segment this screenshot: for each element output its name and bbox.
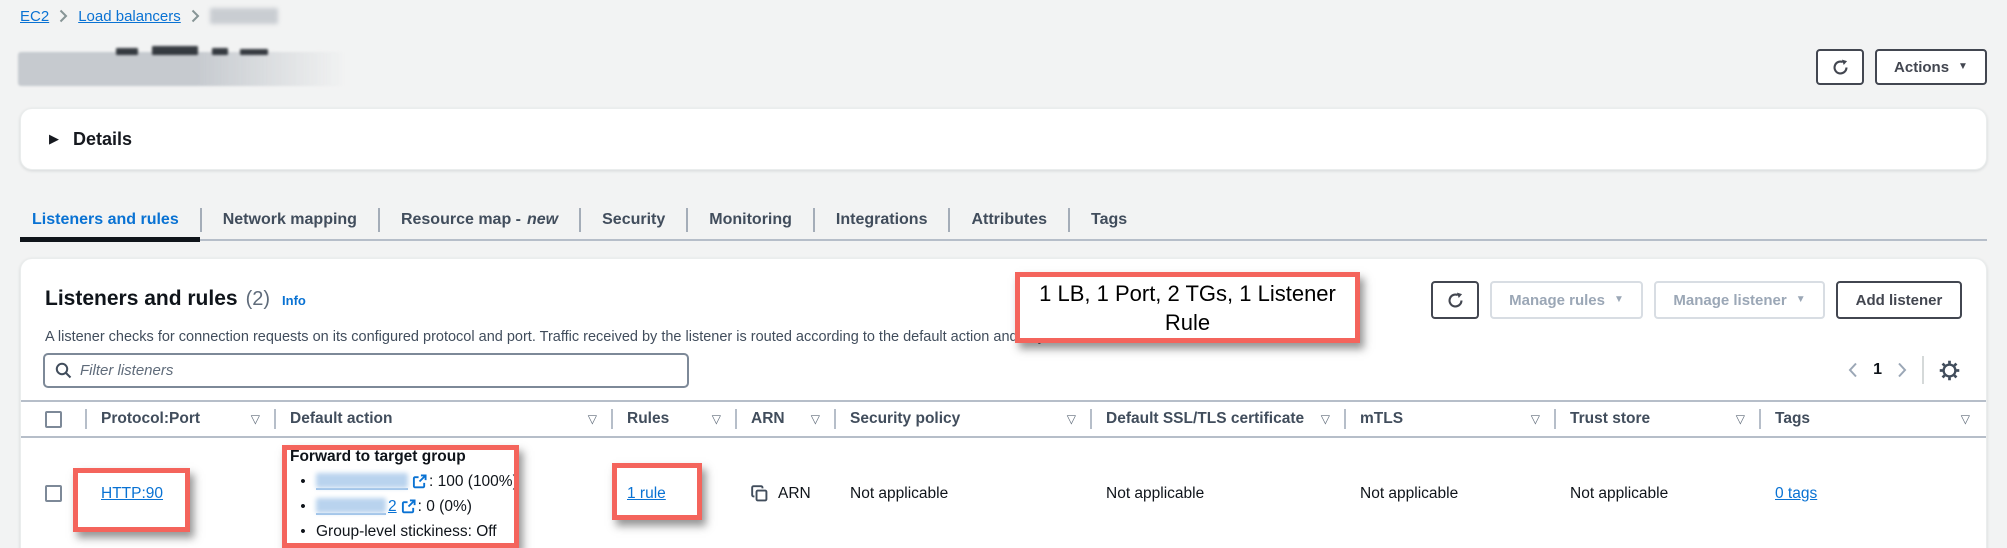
details-title: Details bbox=[73, 129, 132, 150]
pagination-divider bbox=[1922, 356, 1924, 384]
security-policy-value: Not applicable bbox=[850, 485, 948, 502]
tab-listeners-and-rules[interactable]: Listeners and rules bbox=[20, 198, 200, 241]
target-group-weight: : 100 (100%) bbox=[429, 473, 518, 491]
chevron-right-icon bbox=[59, 9, 68, 23]
previous-page-icon[interactable] bbox=[1848, 362, 1858, 378]
tab-tags[interactable]: Tags bbox=[1070, 198, 1148, 241]
ssl-certificate-value: Not applicable bbox=[1106, 485, 1204, 502]
stickiness-label: Group-level stickiness: Off bbox=[316, 523, 497, 541]
listeners-panel: Listeners and rules (2) Info Manage rule… bbox=[20, 258, 1987, 548]
sort-icon[interactable]: ▽ bbox=[1523, 412, 1540, 426]
listeners-table: Protocol:Port ▽ Default action ▽ Rules ▽ AR… bbox=[21, 400, 1986, 548]
sort-icon[interactable]: ▽ bbox=[803, 412, 820, 426]
sort-icon[interactable]: ▽ bbox=[1953, 412, 1970, 426]
page-title-redacted bbox=[18, 52, 363, 86]
actions-button-label: Actions bbox=[1894, 59, 1949, 76]
mtls-value: Not applicable bbox=[1360, 485, 1458, 502]
panel-title-row: Listeners and rules (2) Info bbox=[45, 281, 306, 311]
sort-icon[interactable]: ▽ bbox=[243, 412, 260, 426]
tab-bar: Listeners and rules Network mapping Reso… bbox=[20, 198, 1987, 241]
arn-label: ARN bbox=[778, 485, 811, 503]
tab-monitoring[interactable]: Monitoring bbox=[688, 198, 813, 241]
actions-button[interactable]: Actions ▼ bbox=[1875, 49, 1987, 85]
manage-rules-button[interactable]: Manage rules ▼ bbox=[1490, 281, 1643, 319]
sort-icon[interactable]: ▽ bbox=[1728, 412, 1745, 426]
chevron-down-icon: ▼ bbox=[1958, 62, 1968, 72]
external-link-icon bbox=[401, 499, 416, 514]
page-header-actions: Actions ▼ bbox=[1816, 49, 1987, 85]
target-group-item: • : 100 (100%) bbox=[290, 469, 597, 494]
target-group-weight: : 0 (0%) bbox=[418, 498, 472, 516]
stickiness-item: • Group-level stickiness: Off bbox=[290, 519, 597, 544]
table-row: HTTP:90 Forward to target group • : 100 … bbox=[21, 438, 1986, 548]
details-expander[interactable]: ▶ Details bbox=[20, 108, 1987, 170]
listener-link-http90[interactable]: HTTP:90 bbox=[101, 485, 163, 502]
sort-icon[interactable]: ▽ bbox=[1059, 412, 1076, 426]
breadcrumb-redacted-name bbox=[210, 8, 278, 24]
filter-listeners-box bbox=[43, 353, 689, 388]
forward-heading: Forward to target group bbox=[290, 448, 597, 466]
select-all-checkbox[interactable] bbox=[45, 411, 62, 428]
page-number[interactable]: 1 bbox=[1873, 361, 1882, 379]
column-header-default-action: Default action bbox=[290, 410, 392, 428]
refresh-icon bbox=[1832, 59, 1849, 76]
copy-arn-icon[interactable] bbox=[751, 485, 768, 502]
column-header-tags: Tags bbox=[1775, 410, 1810, 428]
sort-icon[interactable]: ▽ bbox=[704, 412, 721, 426]
tab-network-mapping[interactable]: Network mapping bbox=[202, 198, 378, 241]
target-group-link-redacted[interactable] bbox=[316, 498, 386, 515]
table-header-row: Protocol:Port ▽ Default action ▽ Rules ▽ AR… bbox=[21, 400, 1986, 438]
target-group-name-suffix[interactable]: 2 bbox=[388, 498, 397, 516]
search-icon bbox=[55, 362, 72, 379]
tab-security[interactable]: Security bbox=[581, 198, 686, 241]
settings-gear-icon[interactable] bbox=[1939, 360, 1960, 381]
chevron-down-icon: ▼ bbox=[1796, 295, 1806, 305]
manage-listener-button[interactable]: Manage listener ▼ bbox=[1654, 281, 1825, 319]
target-group-link-redacted[interactable] bbox=[316, 473, 408, 490]
tab-integrations[interactable]: Integrations bbox=[815, 198, 949, 241]
chevron-right-icon bbox=[191, 9, 200, 23]
pagination: 1 bbox=[1848, 356, 1960, 384]
column-header-security-policy: Security policy bbox=[850, 410, 960, 428]
expand-arrow-icon: ▶ bbox=[49, 131, 59, 147]
refresh-button[interactable] bbox=[1816, 49, 1864, 85]
refresh-icon bbox=[1447, 292, 1464, 309]
target-group-item: • 2 : 0 (0%) bbox=[290, 494, 597, 519]
breadcrumb-link-ec2[interactable]: EC2 bbox=[20, 8, 49, 25]
breadcrumb-link-load-balancers[interactable]: Load balancers bbox=[78, 8, 181, 25]
panel-buttons: Manage rules ▼ Manage listener ▼ Add lis… bbox=[1431, 281, 1962, 319]
panel-title: Listeners and rules bbox=[45, 287, 238, 311]
column-header-arn: ARN bbox=[751, 410, 785, 428]
chevron-down-icon: ▼ bbox=[1614, 295, 1624, 305]
breadcrumb: EC2 Load balancers bbox=[20, 5, 278, 27]
tab-attributes[interactable]: Attributes bbox=[950, 198, 1068, 241]
rules-link[interactable]: 1 rule bbox=[627, 485, 666, 502]
add-listener-button[interactable]: Add listener bbox=[1836, 281, 1962, 319]
column-header-ssl-certificate: Default SSL/TLS certificate bbox=[1106, 410, 1304, 428]
tab-resource-map[interactable]: Resource map -new bbox=[380, 198, 579, 241]
row-checkbox[interactable] bbox=[45, 485, 62, 502]
sort-icon[interactable]: ▽ bbox=[1313, 412, 1330, 426]
refresh-listeners-button[interactable] bbox=[1431, 281, 1479, 319]
listener-count: (2) bbox=[246, 288, 270, 311]
new-badge: new bbox=[527, 211, 558, 229]
column-header-trust-store: Trust store bbox=[1570, 410, 1650, 428]
column-header-protocol-port: Protocol:Port bbox=[101, 410, 200, 428]
next-page-icon[interactable] bbox=[1897, 362, 1907, 378]
default-action-cell: Forward to target group • : 100 (100%) •… bbox=[276, 438, 613, 544]
trust-store-value: Not applicable bbox=[1570, 485, 1668, 502]
sort-icon[interactable]: ▽ bbox=[580, 412, 597, 426]
info-link[interactable]: Info bbox=[282, 293, 306, 308]
column-header-mtls: mTLS bbox=[1360, 410, 1403, 428]
panel-description: A listener checks for connection request… bbox=[45, 329, 1151, 345]
tags-link[interactable]: 0 tags bbox=[1775, 485, 1817, 502]
column-header-rules: Rules bbox=[627, 410, 669, 428]
filter-listeners-input[interactable] bbox=[80, 362, 677, 379]
external-link-icon bbox=[412, 474, 427, 489]
